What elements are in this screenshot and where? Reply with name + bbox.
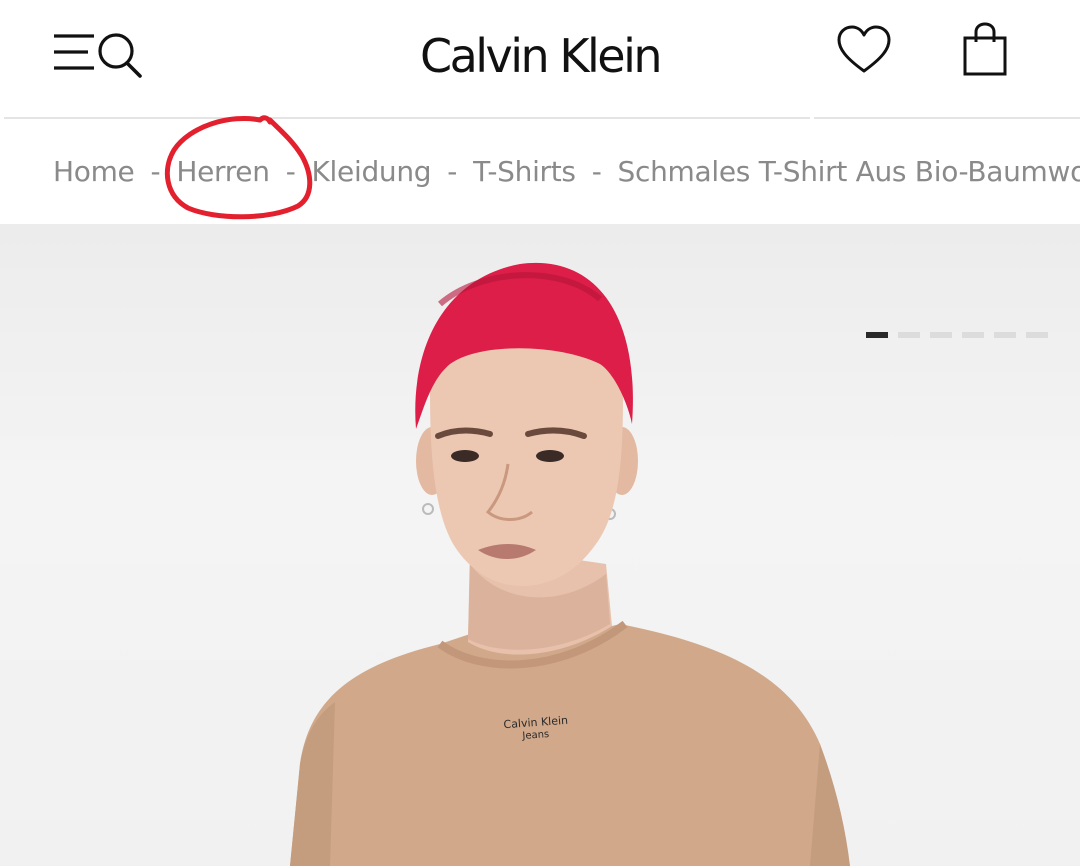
wishlist-button[interactable] [834,24,894,78]
breadcrumb: Home - Herren - Kleidung - T-Shirts - Sc… [0,120,1080,224]
brand-logo[interactable]: Calvin Klein [380,24,700,88]
carousel-dot-6[interactable] [1026,332,1048,338]
product-image[interactable]: Calvin Klein Jeans [0,224,1080,866]
site-header: Calvin Klein [0,0,1080,118]
breadcrumb-separator: - [591,155,602,188]
shopping-bag-icon [963,22,1007,76]
carousel-dot-2[interactable] [898,332,920,338]
breadcrumb-herren[interactable]: Herren [176,155,270,188]
breadcrumb-separator: - [150,155,161,188]
breadcrumb-kleidung[interactable]: Kleidung [312,155,432,188]
header-divider [4,117,1080,119]
breadcrumb-t-shirts[interactable]: T-Shirts [473,155,576,188]
breadcrumb-current-product: Schmales T-Shirt Aus Bio-Baumwolle [617,155,1080,188]
eye-left [451,450,479,462]
search-icon [98,33,142,78]
breadcrumb-home[interactable]: Home [53,155,135,188]
heart-icon [837,25,891,73]
menu-search-button[interactable] [50,28,150,80]
carousel-dot-4[interactable] [962,332,984,338]
shirt [290,624,850,866]
shopping-bag-button[interactable] [958,20,1012,80]
shirt-logo-line2: Jeans [521,729,549,742]
product-photo: Calvin Klein Jeans [290,262,850,866]
carousel-dot-5[interactable] [994,332,1016,338]
earring-left [422,503,434,515]
carousel-dot-3[interactable] [930,332,952,338]
image-carousel-indicator [866,332,1048,338]
breadcrumb-separator: - [447,155,458,188]
eye-right [536,450,564,462]
carousel-dot-1[interactable] [866,332,888,338]
breadcrumb-separator: - [285,155,296,188]
